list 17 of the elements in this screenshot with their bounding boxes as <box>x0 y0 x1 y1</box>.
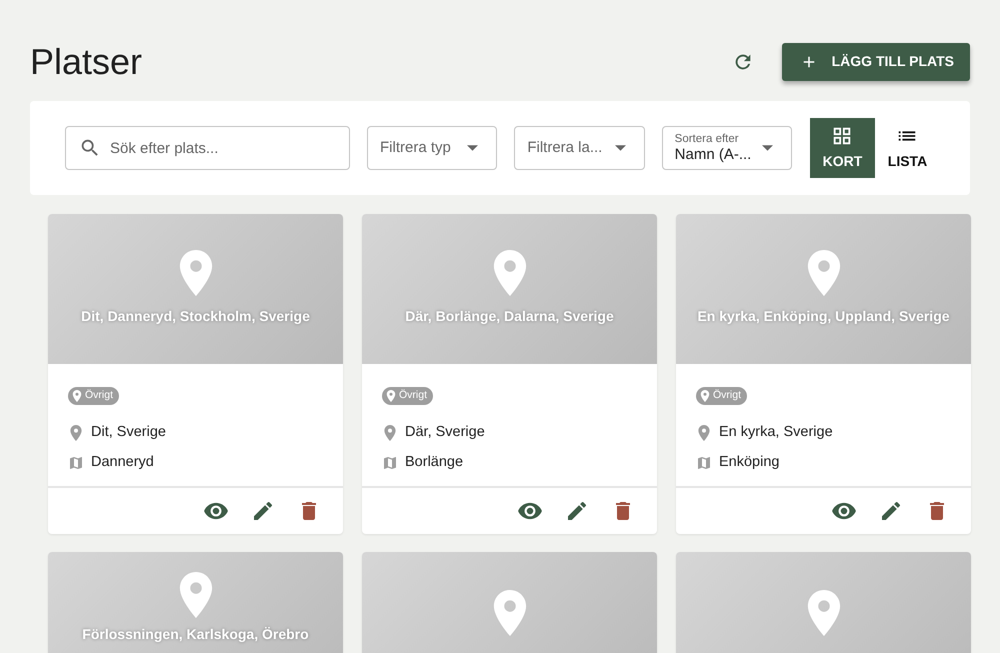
add-place-button[interactable]: LÄGG TILL PLATS <box>782 42 970 81</box>
place-city: Enköping <box>719 452 780 472</box>
type-tag: Övrigt <box>68 387 120 406</box>
place-title: Förlossningen, Karlskoga, Örebro <box>82 625 309 646</box>
place-city: Borlänge <box>405 452 464 472</box>
type-tag: Övrigt <box>382 387 434 406</box>
search-field[interactable]: Sök efter plats... <box>65 126 350 170</box>
place-address: Dit, Sverige <box>91 423 166 442</box>
filter-select[interactable]: Filtrera la... <box>514 126 645 170</box>
sort-select[interactable]: Sortera efter Namn (A-... <box>662 126 792 170</box>
place-address: En kyrka, Sverige <box>719 423 833 442</box>
place-address: Där, Sverige <box>405 423 485 442</box>
page-title: Platser <box>30 40 142 84</box>
filter-select[interactable]: Filtrera typ <box>367 126 498 170</box>
place-city: Danneryd <box>91 452 154 472</box>
card-view-button[interactable]: KORT <box>810 118 875 178</box>
type-tag: Övrigt <box>696 387 748 406</box>
